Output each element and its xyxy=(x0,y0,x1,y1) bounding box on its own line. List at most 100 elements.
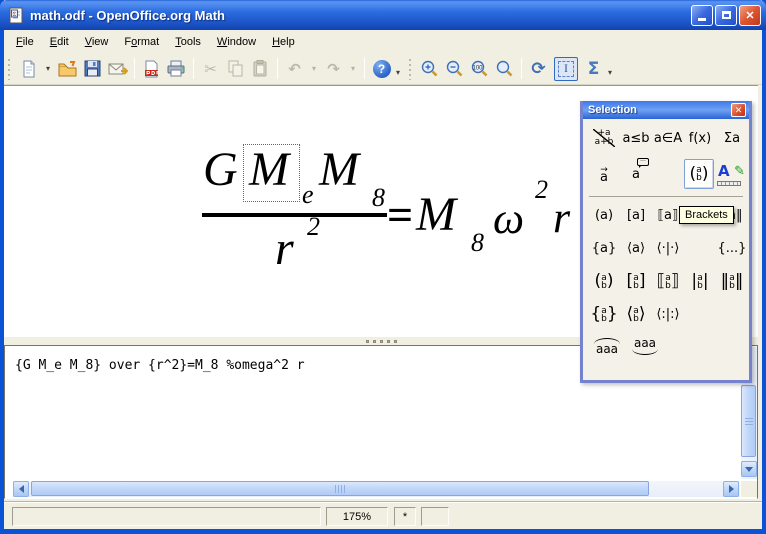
toolbar-overflow-arrow[interactable]: ▾ xyxy=(608,68,612,77)
palette-title-bar[interactable]: Selection ✕ xyxy=(583,101,749,119)
zoom-100-icon: 100 xyxy=(470,59,489,78)
palette-symbol[interactable]: →a xyxy=(588,155,620,193)
copy-button xyxy=(223,56,248,81)
minimize-button[interactable] xyxy=(691,5,713,26)
hscroll-right-button[interactable] xyxy=(723,481,739,497)
title-bar[interactable]: Σ math.odf - OpenOffice.org Math ✕ xyxy=(0,0,766,30)
command-hscrollbar-thumb[interactable] xyxy=(31,481,649,496)
palette-symbol[interactable]: ‖ab‖ xyxy=(716,265,748,298)
menu-item-view[interactable]: View xyxy=(77,33,117,51)
toolbar-separator xyxy=(193,58,194,79)
undo-dropdown-arrow: ▾ xyxy=(307,56,321,81)
palette-symbol[interactable]: aaa xyxy=(626,331,664,361)
palette-symbol[interactable]: ⟨ab⟩ xyxy=(620,298,652,331)
palette-symbol[interactable]: [ab] xyxy=(620,265,652,298)
palette-symbol[interactable]: Σa xyxy=(716,121,748,155)
palette-symbol[interactable]: (a) xyxy=(588,199,620,232)
menu-item-tools[interactable]: Tools xyxy=(167,33,209,51)
palette-symbol[interactable]: A✎ xyxy=(714,155,746,193)
palette-symbol[interactable]: a··· xyxy=(620,155,652,193)
pencil-icon: ✎ xyxy=(734,164,745,179)
vscroll-down-button[interactable] xyxy=(741,461,757,477)
zoom-icon xyxy=(495,59,514,78)
palette-symbol[interactable]: f(x) xyxy=(684,121,716,155)
menu-item-format[interactable]: Format xyxy=(116,33,167,51)
command-text[interactable]: {G M_e M_8} over {r^2}=M_8 %omega^2 r xyxy=(15,358,305,373)
maximize-button[interactable] xyxy=(715,5,737,26)
zoom-out-icon xyxy=(445,59,464,78)
undo-button: ↶ xyxy=(282,56,307,81)
help-button[interactable]: ? xyxy=(369,56,394,81)
zoom-100-button[interactable]: 100 xyxy=(467,56,492,81)
app-window: Σ math.odf - OpenOffice.org Math ✕ FileE… xyxy=(0,0,766,534)
paste-button xyxy=(248,56,273,81)
menu-item-help[interactable]: Help xyxy=(264,33,303,51)
palette-symbol[interactable]: [a] xyxy=(620,199,652,232)
toolbar: ▾ xyxy=(4,53,762,85)
export-pdf-button[interactable] xyxy=(139,56,164,81)
fraction-bar xyxy=(202,213,387,217)
status-message-panel xyxy=(12,507,321,526)
window-title: math.odf - OpenOffice.org Math xyxy=(30,8,689,23)
status-zoom-panel[interactable]: 175% xyxy=(326,507,388,526)
toolbar-overflow-arrow[interactable]: ▾ xyxy=(396,68,400,77)
palette-symbol[interactable]: +aa+b xyxy=(588,121,620,155)
cut-button: ✂ xyxy=(198,56,223,81)
palette-symbol[interactable]: ⟨a⟩ xyxy=(620,232,652,265)
palette-gap xyxy=(652,155,684,193)
palette-symbol[interactable]: aaa xyxy=(588,331,626,361)
menu-item-file[interactable]: File xyxy=(8,33,42,51)
brackets-tooltip: Brackets xyxy=(679,206,734,224)
palette-symbol[interactable]: a≤b xyxy=(620,121,652,155)
palette-symbol[interactable]: {ab} xyxy=(588,298,620,331)
palette-symbol[interactable]: a∈A xyxy=(652,121,684,155)
palette-symbol[interactable]: ⟨·|·⟩ xyxy=(652,232,684,265)
menu-item-window[interactable]: Window xyxy=(209,33,264,51)
formula-equals: = xyxy=(387,192,413,238)
formula-den-r: r xyxy=(275,225,294,273)
command-vscrollbar-thumb[interactable] xyxy=(741,385,756,457)
open-button[interactable] xyxy=(55,56,80,81)
toolbar-grip[interactable] xyxy=(7,58,12,80)
palette-symbol[interactable]: {a} xyxy=(588,232,620,265)
formula-rhs-sup2: 2 xyxy=(535,177,548,203)
zoom-fit-button[interactable] xyxy=(492,56,517,81)
toolbar-separator xyxy=(521,58,522,79)
help-icon: ? xyxy=(373,60,391,78)
palette-symbol[interactable]: (ab) xyxy=(684,159,714,189)
palette-close-icon[interactable]: ✕ xyxy=(731,103,746,117)
zoom-out-button[interactable] xyxy=(442,56,467,81)
palette-symbol[interactable]: ⟨:|:⟩ xyxy=(652,298,684,331)
svg-text:Σ: Σ xyxy=(13,10,17,17)
status-bar: 175% * xyxy=(4,503,762,529)
formula-sub-8: 8 xyxy=(372,185,385,211)
redo-button: ↷ xyxy=(321,56,346,81)
new-dropdown-arrow[interactable]: ▾ xyxy=(41,56,55,81)
close-button[interactable]: ✕ xyxy=(739,5,761,26)
email-button[interactable] xyxy=(105,56,130,81)
hscroll-left-button[interactable] xyxy=(13,481,29,497)
palette-symbol[interactable]: |ab| xyxy=(684,265,716,298)
scrollbar-corner xyxy=(741,481,757,497)
palette-symbol[interactable]: ⟦ab⟧ xyxy=(652,265,684,298)
update-button[interactable]: ⟳ xyxy=(526,56,551,81)
pdf-icon xyxy=(143,60,160,78)
email-envelope-icon xyxy=(108,61,128,77)
palette-symbol-row: {ab}⟨ab⟩⟨:|:⟩ xyxy=(583,298,749,331)
palette-symbol[interactable]: (ab) xyxy=(588,265,620,298)
print-button[interactable] xyxy=(164,56,189,81)
symbols-catalog-button[interactable]: Σ xyxy=(581,56,606,81)
status-extra-panel xyxy=(421,507,449,526)
formula-cursor-button[interactable]: I xyxy=(554,57,578,81)
zoom-in-button[interactable] xyxy=(417,56,442,81)
menu-item-edit[interactable]: Edit xyxy=(42,33,77,51)
new-document-button[interactable] xyxy=(16,56,41,81)
status-modified-panel: * xyxy=(394,507,416,526)
open-folder-icon xyxy=(58,60,77,78)
save-button[interactable] xyxy=(80,56,105,81)
splitter-grip[interactable] xyxy=(366,340,397,343)
toolbar-grip[interactable] xyxy=(408,58,413,80)
svg-text:100: 100 xyxy=(473,66,484,72)
selection-palette[interactable]: Selection ✕ +aa+ba≤ba∈Af(x)Σa→aa···(ab)A… xyxy=(580,101,752,383)
palette-symbol[interactable]: {...} xyxy=(716,232,748,265)
